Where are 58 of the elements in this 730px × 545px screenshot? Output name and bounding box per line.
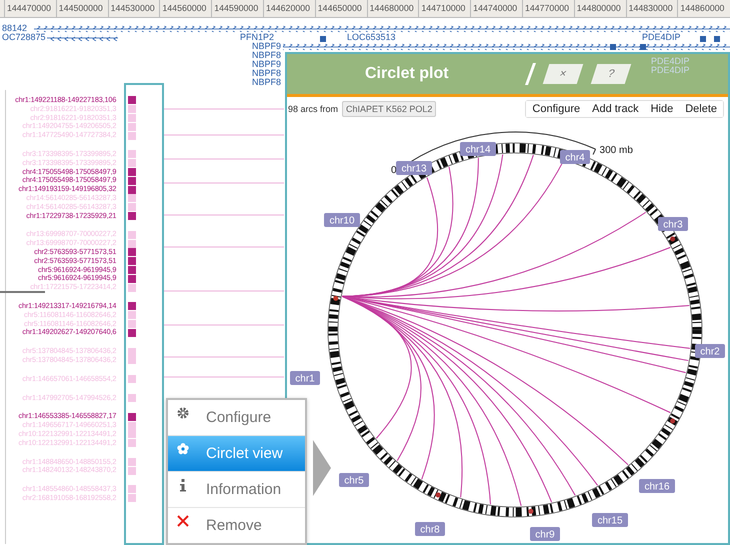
ruler-tick-label: 144830000 xyxy=(626,0,678,17)
chromosome-label: chr15 xyxy=(592,513,628,527)
gene-label: 88142 xyxy=(2,23,28,33)
close-button[interactable]: × xyxy=(542,64,583,84)
chromosome-label: chr13 xyxy=(396,161,432,175)
ruler-tick-label: 144800000 xyxy=(574,0,626,17)
gene-label: PDE4DIP xyxy=(651,56,690,66)
chromosome-label: chr9 xyxy=(530,527,560,541)
chromosome-label: chr10 xyxy=(324,213,360,227)
menu-item-label: Circlet view xyxy=(206,445,283,462)
menu-item-label: Configure xyxy=(206,409,272,426)
gene-label: NBPF9 xyxy=(252,59,282,69)
source-track-chip[interactable]: ChIAPET K562 POL2 xyxy=(342,101,436,117)
ruler-tick-label: 144530000 xyxy=(108,0,160,17)
chromosome-label: chr1 xyxy=(290,371,320,385)
chromosome-label: chr4 xyxy=(560,150,590,164)
panel-title: Circlet plot xyxy=(365,65,449,83)
interaction-bar xyxy=(128,394,136,402)
ruler-tick-label: 144470000 xyxy=(4,0,56,17)
ruler-tick-label: 144560000 xyxy=(159,0,212,17)
ruler-tick-label: 144590000 xyxy=(211,0,263,17)
arcs-count-text: 98 arcs from xyxy=(288,104,338,114)
gene-label: PDE4DIP xyxy=(642,32,681,42)
scale-label: 0 xyxy=(391,164,397,176)
ruler-tick-label: 144650000 xyxy=(314,0,367,17)
ruler-tick-label: 144770000 xyxy=(522,0,574,17)
chromosome-label: chr3 xyxy=(658,217,688,231)
scale-label: 300 mb xyxy=(600,145,633,156)
gene-label: NBPF8 xyxy=(252,68,282,78)
ruler-tick-label: 144620000 xyxy=(262,0,315,17)
menu-item[interactable]: Information xyxy=(168,472,305,508)
chromosome-label: chr2 xyxy=(695,344,725,358)
ruler-tick-label: 144860000 xyxy=(677,0,730,17)
chromosome-label: chr5 xyxy=(339,473,369,487)
menu-item[interactable]: Remove xyxy=(168,508,305,543)
help-button[interactable]: ? xyxy=(590,64,631,84)
ruler-tick-label: 144680000 xyxy=(366,0,418,17)
gene-label: NBPF8 xyxy=(252,77,282,87)
chromosome-label: chr14 xyxy=(460,142,496,156)
ruler-tick-label: 144500000 xyxy=(56,0,108,17)
gene-label: PFN1P2 xyxy=(240,32,274,42)
remove-icon xyxy=(176,514,190,528)
ruler-tick-label: 144710000 xyxy=(418,0,470,17)
submenu-arrow-icon xyxy=(313,440,331,496)
gene-label: LOC653513 xyxy=(347,32,396,42)
gene-label: PDE4DIP xyxy=(651,65,690,75)
interaction-bar xyxy=(128,375,136,384)
flower-icon xyxy=(176,442,190,456)
gene-label: OC728875 xyxy=(2,32,46,42)
ruler-tick-label: 144740000 xyxy=(470,0,522,17)
gear-icon xyxy=(176,406,190,420)
gene-label: NBPF8 xyxy=(252,50,282,60)
gene-label: NBPF9 xyxy=(252,41,282,51)
chromosome-label: chr8 xyxy=(415,522,445,536)
chromosome-label: chr16 xyxy=(639,479,675,493)
menu-item-label: Remove xyxy=(206,517,262,534)
menu-item-label: Information xyxy=(206,481,282,498)
menu-item[interactable]: Circlet view xyxy=(168,436,305,472)
